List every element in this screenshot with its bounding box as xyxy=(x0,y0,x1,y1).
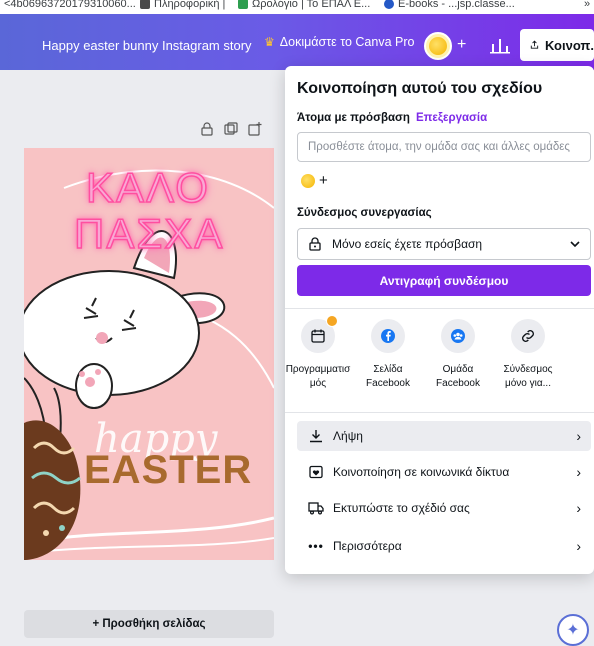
design-page[interactable]: ΚΑΛΟ ΠΑΣΧΑ happy EASTER xyxy=(24,148,274,560)
truck-icon xyxy=(307,501,325,515)
globe-icon xyxy=(384,0,394,9)
add-page-button[interactable]: + Προσθήκη σελίδας xyxy=(24,610,274,638)
lock-icon xyxy=(309,237,321,251)
people-search-placeholder: Προσθέστε άτομα, την ομάδα σας και άλλες… xyxy=(308,141,570,153)
editor-topbar: Happy easter bunny Instagram story ♛ Δοκ… xyxy=(0,14,594,70)
share-options: Προγραμματισ μός Σελίδα Facebook Ομάδα Face… xyxy=(285,315,594,391)
design-title-line2[interactable]: ΠΑΣΧΑ xyxy=(73,209,224,258)
link-icon xyxy=(511,319,545,353)
facebook-icon xyxy=(371,319,405,353)
share-option-facebook-group[interactable]: Ομάδα Facebook xyxy=(427,319,489,391)
chevron-right-icon: › xyxy=(576,464,581,480)
folder-icon xyxy=(140,0,150,9)
access-level-value: Μόνο εσείς έχετε πρόσβαση xyxy=(332,237,483,251)
design-title-line1[interactable]: ΚΑΛΟ xyxy=(85,163,210,212)
chevron-right-icon: › xyxy=(576,428,581,444)
calendar-icon xyxy=(301,315,338,353)
add-people-button[interactable]: + xyxy=(457,36,466,54)
bookmarks-overflow[interactable]: » xyxy=(584,0,590,10)
collaborator-avatars[interactable]: + xyxy=(301,172,328,189)
bookmark-label: <4b06963720179310060... xyxy=(4,0,136,10)
bookmarks-bar: <4b06963720179310060... Πληροφορική | Ωρ… xyxy=(0,0,594,14)
heart-social-icon xyxy=(307,465,325,479)
bookmark-label: Ωρολόγιο | Το ΕΠΑΛ Ε... xyxy=(252,0,371,10)
menu-item-label: Κοινοποίηση σε κοινωνικά δίκτυα xyxy=(333,465,510,479)
bookmark-item[interactable]: <4b06963720179310060... xyxy=(4,0,136,10)
chevron-right-icon: › xyxy=(576,538,581,554)
divider xyxy=(285,308,594,309)
page-toolbar xyxy=(200,122,262,136)
pro-crown-badge xyxy=(326,315,338,327)
share-option-schedule[interactable]: Προγραμματισ μός xyxy=(285,315,351,391)
share-option-facebook-page[interactable]: Σελίδα Facebook xyxy=(357,319,419,391)
share-option-label: Σύνδεσμος μόνο για... xyxy=(503,364,553,389)
chevron-down-icon xyxy=(570,241,580,248)
bookmark-label: Πληροφορική | xyxy=(154,0,226,10)
share-option-view-link[interactable]: Σύνδεσμος μόνο για... xyxy=(497,319,559,391)
sheet-icon xyxy=(238,0,248,9)
add-page-icon[interactable] xyxy=(248,122,262,136)
people-search-input[interactable]: Προσθέστε άτομα, την ομάδα σας και άλλες… xyxy=(297,132,591,162)
share-button[interactable]: Κοινοπ. xyxy=(520,29,594,61)
bookmark-label: E-books - ...jsp.classe... xyxy=(398,0,515,10)
document-title[interactable]: Happy easter bunny Instagram story xyxy=(42,38,252,53)
share-panel: Κοινοποίηση αυτού του σχεδίου Άτομα με π… xyxy=(285,66,594,574)
download-menu-item[interactable]: Λήψη › xyxy=(297,421,591,451)
avatar[interactable] xyxy=(424,32,452,60)
download-icon xyxy=(307,429,325,443)
try-pro-button[interactable]: ♛ Δοκιμάστε το Canva Pro xyxy=(264,35,414,49)
bookmark-label: » xyxy=(584,0,591,10)
access-level-select[interactable]: Μόνο εσείς έχετε πρόσβαση xyxy=(297,228,591,260)
more-menu-item[interactable]: ••• Περισσότερα › xyxy=(297,531,591,561)
share-label: Κοινοπ. xyxy=(544,37,594,53)
crown-icon: ♛ xyxy=(264,35,275,49)
lock-icon[interactable] xyxy=(200,122,214,136)
share-option-label: Προγραμματισ μός xyxy=(285,364,351,389)
bookmark-item[interactable]: Πληροφορική | xyxy=(140,0,225,10)
sparkle-icon: ✦ xyxy=(566,622,580,639)
menu-item-label: Λήψη xyxy=(333,429,363,443)
add-collaborator-button[interactable]: + xyxy=(319,172,328,189)
menu-item-label: Περισσότερα xyxy=(333,539,402,553)
edit-access-link[interactable]: Επεξεργασία xyxy=(416,112,487,124)
try-pro-label: Δοκιμάστε το Canva Pro xyxy=(279,35,415,49)
avatar[interactable] xyxy=(301,173,315,188)
collab-link-label: Σύνδεσμος συνεργασίας xyxy=(297,207,432,219)
share-icon xyxy=(530,40,539,49)
people-access-label: Άτομα με πρόσβαση xyxy=(297,112,410,124)
menu-item-label: Εκτυπώστε το σχέδιό σας xyxy=(333,501,470,515)
divider xyxy=(285,412,594,413)
chevron-right-icon: › xyxy=(576,500,581,516)
more-icon: ••• xyxy=(308,539,324,553)
copy-link-button[interactable]: Αντιγραφή συνδέσμου xyxy=(297,265,591,296)
print-menu-item[interactable]: Εκτυπώστε το σχέδιό σας › xyxy=(297,493,591,523)
design-easter-text[interactable]: EASTER xyxy=(84,448,252,493)
magic-assistant-button[interactable]: ✦ xyxy=(557,614,589,646)
bookmark-item[interactable]: E-books - ...jsp.classe... xyxy=(384,0,515,10)
people-access-row: Άτομα με πρόσβαση Επεξεργασία xyxy=(297,112,487,124)
bookmark-item[interactable]: Ωρολόγιο | Το ΕΠΑΛ Ε... xyxy=(238,0,370,10)
social-share-menu-item[interactable]: Κοινοποίηση σε κοινωνικά δίκτυα › xyxy=(297,457,591,487)
panel-title: Κοινοποίηση αυτού του σχεδίου xyxy=(297,80,543,97)
facebook-group-icon xyxy=(441,319,475,353)
analytics-icon[interactable] xyxy=(490,36,510,54)
share-option-label: Σελίδα Facebook xyxy=(366,364,410,389)
avatar-image xyxy=(429,37,447,55)
share-option-label: Ομάδα Facebook xyxy=(436,364,480,389)
duplicate-page-icon[interactable] xyxy=(224,122,238,136)
